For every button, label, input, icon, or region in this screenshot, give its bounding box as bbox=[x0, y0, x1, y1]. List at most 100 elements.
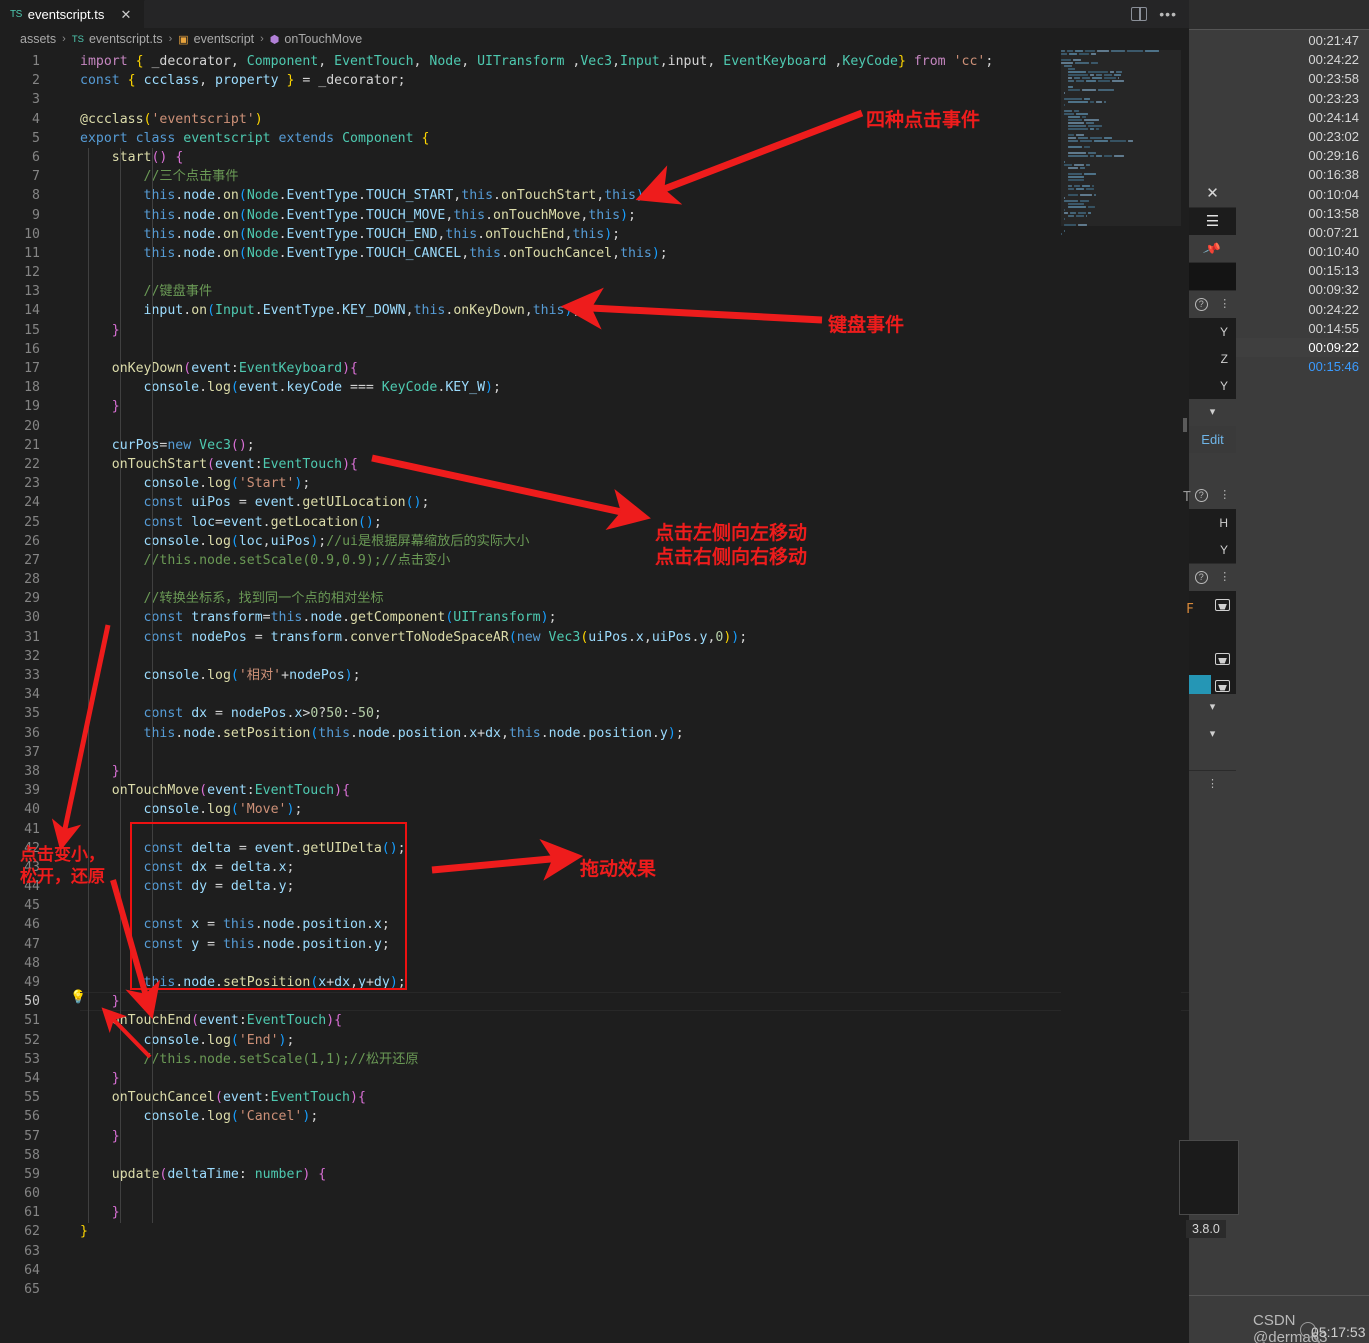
axis-y-field-1[interactable]: Y bbox=[1189, 318, 1236, 345]
code-line[interactable]: curPos=new Vec3(); bbox=[80, 436, 1189, 455]
breadcrumb-assets[interactable]: assets bbox=[20, 32, 56, 46]
code-line[interactable]: this.node.setPosition(this.node.position… bbox=[80, 724, 1189, 743]
code-line[interactable]: import { _decorator, Component, EventTou… bbox=[80, 52, 1189, 71]
code-line[interactable]: } bbox=[80, 321, 1189, 340]
code-area[interactable]: 1 2 3 4 5 6 7 8 9 10 11 12 13 14 15 16 17 18 19 20 21 22 23 24 2… bbox=[0, 50, 1189, 1343]
code-line[interactable]: const { ccclass, property } = _decorator… bbox=[80, 71, 1189, 90]
mini-toolbar-top[interactable]: ✕ ☰ 📌 ? ⋮ Y Z Y ▾ Edit bbox=[1189, 180, 1236, 453]
code-line[interactable]: this.node.on(Node.EventType.TOUCH_START,… bbox=[80, 186, 1189, 205]
timestamp-row[interactable]: 00:29:16 bbox=[1189, 146, 1359, 165]
code-line[interactable]: } bbox=[80, 1127, 1189, 1146]
code-line[interactable] bbox=[80, 647, 1189, 666]
color-swatch[interactable] bbox=[1189, 675, 1211, 695]
asset-field-1[interactable] bbox=[1189, 591, 1236, 618]
code-line[interactable]: //三个点击事件 bbox=[80, 167, 1189, 186]
code-line[interactable]: const loc=event.getLocation(); bbox=[80, 513, 1189, 532]
timestamp-row[interactable]: 00:21:47 bbox=[1189, 31, 1359, 50]
breadcrumb-class[interactable]: eventscript bbox=[194, 32, 254, 46]
code-line[interactable]: update(deltaTime: number) { bbox=[80, 1165, 1189, 1184]
close-panel-button[interactable]: ✕ bbox=[1189, 180, 1236, 207]
code-line[interactable]: } bbox=[80, 762, 1189, 781]
code-line[interactable]: //this.node.setScale(1,1);//松开还原 bbox=[80, 1050, 1189, 1069]
more-vertical-icon[interactable]: ⋮ bbox=[1219, 299, 1230, 310]
code-line[interactable]: const delta = event.getUIDelta(); bbox=[80, 839, 1189, 858]
code-line[interactable] bbox=[80, 1184, 1189, 1203]
tab-eventscript-ts[interactable]: TS eventscript.ts ✕ bbox=[0, 0, 145, 28]
code-line[interactable]: this.node.on(Node.EventType.TOUCH_END,th… bbox=[80, 225, 1189, 244]
code-line[interactable]: console.log('Move'); bbox=[80, 800, 1189, 819]
code-line[interactable]: @ccclass('eventscript') bbox=[80, 110, 1189, 129]
code-line[interactable]: } bbox=[80, 397, 1189, 416]
code-line[interactable] bbox=[80, 1261, 1189, 1280]
code-line[interactable]: console.log(loc,uiPos);//ui是根据屏幕缩放后的实际大小 bbox=[80, 532, 1189, 551]
breadcrumb-method[interactable]: onTouchMove bbox=[284, 32, 362, 46]
more-button[interactable]: ⋮ bbox=[1189, 771, 1236, 798]
code-line[interactable]: const dx = delta.x; bbox=[80, 858, 1189, 877]
code-line[interactable]: console.log(event.keyCode === KeyCode.KE… bbox=[80, 378, 1189, 397]
help-icon[interactable]: ? bbox=[1194, 298, 1208, 311]
code-line[interactable]: } bbox=[80, 1069, 1189, 1088]
pin-button[interactable]: 📌 bbox=[1189, 235, 1236, 262]
code-line[interactable]: //转换坐标系，找到同一个点的相对坐标 bbox=[80, 589, 1189, 608]
code-line[interactable]: input.on(Input.EventType.KEY_DOWN,this.o… bbox=[80, 301, 1189, 320]
timestamp-row[interactable]: 00:23:02 bbox=[1189, 127, 1359, 146]
timestamp-row[interactable]: 00:23:23 bbox=[1189, 89, 1359, 108]
code-line[interactable]: } bbox=[80, 1222, 1189, 1241]
field-h[interactable]: H bbox=[1189, 509, 1236, 536]
code-line[interactable] bbox=[80, 820, 1189, 839]
timestamp-row[interactable]: 00:24:14 bbox=[1189, 108, 1359, 127]
code-line[interactable] bbox=[80, 1280, 1189, 1299]
code-line[interactable]: //键盘事件 bbox=[80, 282, 1189, 301]
more-vertical-icon[interactable]: ⋮ bbox=[1219, 572, 1230, 583]
help-and-more-row[interactable]: ? ⋮ bbox=[1189, 564, 1236, 591]
close-icon[interactable]: ✕ bbox=[118, 8, 134, 21]
more-vertical-icon[interactable]: ⋮ bbox=[1219, 490, 1230, 501]
code-line[interactable] bbox=[80, 685, 1189, 704]
code-line[interactable]: this.node.on(Node.EventType.TOUCH_CANCEL… bbox=[80, 244, 1189, 263]
breadcrumb-file[interactable]: eventscript.ts bbox=[89, 32, 163, 46]
code-line[interactable] bbox=[80, 743, 1189, 762]
split-editor-icon[interactable] bbox=[1131, 7, 1148, 21]
dropdown-button-2[interactable]: ▾ bbox=[1189, 694, 1236, 721]
code-line[interactable]: onTouchMove(event:EventTouch){ bbox=[80, 781, 1189, 800]
code-line[interactable]: console.log('Cancel'); bbox=[80, 1107, 1189, 1126]
timestamp-row[interactable]: 00:24:22 bbox=[1189, 50, 1359, 69]
minimap[interactable] bbox=[1061, 50, 1181, 1340]
code-line[interactable]: onTouchEnd(event:EventTouch){ bbox=[80, 1011, 1189, 1030]
code-line[interactable] bbox=[80, 417, 1189, 436]
blank-field[interactable] bbox=[1189, 263, 1236, 290]
mini-toolbar-dropdowns[interactable]: ▾ ▾ bbox=[1189, 694, 1236, 748]
code-line[interactable]: const uiPos = event.getUILocation(); bbox=[80, 493, 1189, 512]
code-line[interactable] bbox=[80, 340, 1189, 359]
code-line[interactable]: onTouchCancel(event:EventTouch){ bbox=[80, 1088, 1189, 1107]
asset-field-2[interactable] bbox=[1189, 618, 1236, 645]
code-line[interactable]: const dx = nodePos.x>0?50:-50; bbox=[80, 704, 1189, 723]
code-line[interactable] bbox=[80, 1146, 1189, 1165]
mini-toolbar-middle[interactable]: ? ⋮ H Y ? ⋮ bbox=[1189, 482, 1236, 699]
code-line[interactable]: const transform=this.node.getComponent(U… bbox=[80, 608, 1189, 627]
code-line[interactable]: this.node.setPosition(x+dx,y+dy); bbox=[80, 973, 1189, 992]
asset-field-3[interactable] bbox=[1189, 645, 1236, 672]
help-icon[interactable]: ? bbox=[1194, 571, 1208, 584]
code-line[interactable]: //this.node.setScale(0.9,0.9);//点击变小 bbox=[80, 551, 1189, 570]
code-line[interactable] bbox=[80, 896, 1189, 915]
help-and-more-row[interactable]: ? ⋮ bbox=[1189, 482, 1236, 509]
more-actions-icon[interactable]: ••• bbox=[1159, 7, 1177, 21]
code-line[interactable]: console.log('End'); bbox=[80, 1031, 1189, 1050]
code-line[interactable]: onTouchStart(event:EventTouch){ bbox=[80, 455, 1189, 474]
mini-toolbar-bottom[interactable]: ⋮ bbox=[1189, 770, 1236, 798]
menu-button[interactable]: ☰ bbox=[1189, 208, 1236, 235]
dropdown-button-3[interactable]: ▾ bbox=[1189, 721, 1236, 748]
code-line[interactable]: const nodePos = transform.convertToNodeS… bbox=[80, 628, 1189, 647]
code-line[interactable]: console.log('相对'+nodePos); bbox=[80, 666, 1189, 685]
code-line[interactable]: console.log('Start'); bbox=[80, 474, 1189, 493]
field-y[interactable]: Y bbox=[1189, 536, 1236, 563]
code-line[interactable] bbox=[80, 570, 1189, 589]
help-and-more-row[interactable]: ? ⋮ bbox=[1189, 291, 1236, 318]
scroll-thumb[interactable] bbox=[1183, 418, 1187, 432]
edit-button[interactable]: Edit bbox=[1189, 426, 1236, 453]
code-line[interactable]: const dy = delta.y; bbox=[80, 877, 1189, 896]
help-icon[interactable]: ? bbox=[1194, 489, 1208, 502]
code-line[interactable] bbox=[80, 954, 1189, 973]
code-line[interactable] bbox=[80, 90, 1189, 109]
